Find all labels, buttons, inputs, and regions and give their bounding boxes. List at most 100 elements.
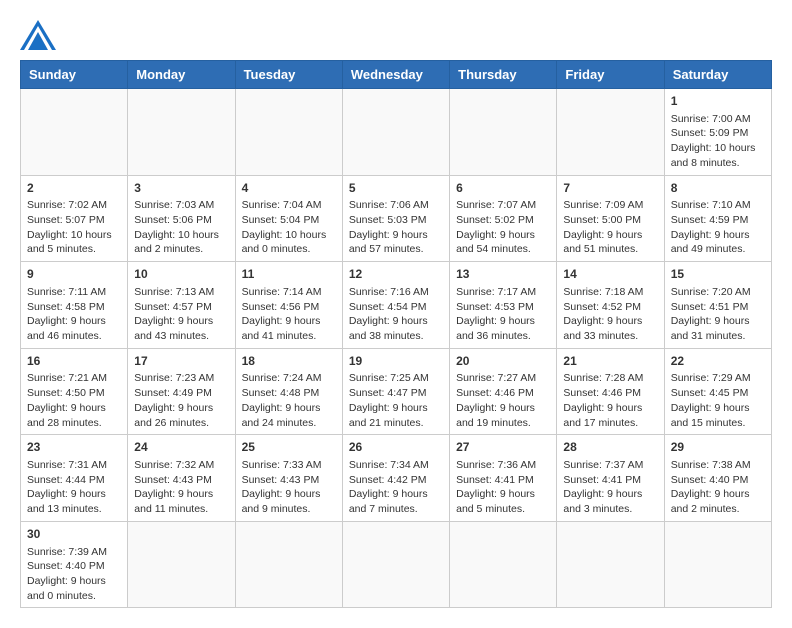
cell-content: and 15 minutes. bbox=[671, 416, 765, 431]
logo-icon bbox=[20, 20, 56, 50]
cell-content: Daylight: 10 hours bbox=[27, 228, 121, 243]
cell-content: Daylight: 9 hours bbox=[242, 401, 336, 416]
cell-content: Sunset: 4:41 PM bbox=[456, 473, 550, 488]
cell-content: Sunset: 4:41 PM bbox=[563, 473, 657, 488]
day-header-thursday: Thursday bbox=[450, 61, 557, 89]
cell-content: Daylight: 9 hours bbox=[349, 487, 443, 502]
calendar-cell: 23Sunrise: 7:31 AMSunset: 4:44 PMDayligh… bbox=[21, 435, 128, 522]
cell-content: and 54 minutes. bbox=[456, 242, 550, 257]
cell-content: Daylight: 9 hours bbox=[27, 487, 121, 502]
calendar-cell: 12Sunrise: 7:16 AMSunset: 4:54 PMDayligh… bbox=[342, 262, 449, 349]
cell-content: Sunrise: 7:20 AM bbox=[671, 285, 765, 300]
day-number: 24 bbox=[134, 439, 228, 456]
day-number: 16 bbox=[27, 353, 121, 370]
calendar-week-row: 16Sunrise: 7:21 AMSunset: 4:50 PMDayligh… bbox=[21, 348, 772, 435]
cell-content: and 3 minutes. bbox=[563, 502, 657, 517]
day-number: 25 bbox=[242, 439, 336, 456]
cell-content: Daylight: 9 hours bbox=[456, 401, 550, 416]
day-number: 22 bbox=[671, 353, 765, 370]
calendar-cell: 6Sunrise: 7:07 AMSunset: 5:02 PMDaylight… bbox=[450, 175, 557, 262]
calendar-cell bbox=[557, 521, 664, 608]
cell-content: and 0 minutes. bbox=[242, 242, 336, 257]
calendar-cell bbox=[235, 89, 342, 176]
cell-content: Sunset: 5:00 PM bbox=[563, 213, 657, 228]
cell-content: Sunset: 4:45 PM bbox=[671, 386, 765, 401]
calendar-cell: 3Sunrise: 7:03 AMSunset: 5:06 PMDaylight… bbox=[128, 175, 235, 262]
cell-content: Sunset: 4:46 PM bbox=[456, 386, 550, 401]
cell-content: Sunrise: 7:24 AM bbox=[242, 371, 336, 386]
cell-content: Sunrise: 7:39 AM bbox=[27, 545, 121, 560]
day-header-saturday: Saturday bbox=[664, 61, 771, 89]
day-number: 28 bbox=[563, 439, 657, 456]
cell-content: Sunrise: 7:38 AM bbox=[671, 458, 765, 473]
day-number: 10 bbox=[134, 266, 228, 283]
day-header-friday: Friday bbox=[557, 61, 664, 89]
day-header-sunday: Sunday bbox=[21, 61, 128, 89]
cell-content: Sunset: 4:49 PM bbox=[134, 386, 228, 401]
calendar-cell: 24Sunrise: 7:32 AMSunset: 4:43 PMDayligh… bbox=[128, 435, 235, 522]
cell-content: Sunrise: 7:10 AM bbox=[671, 198, 765, 213]
calendar-cell bbox=[342, 89, 449, 176]
cell-content: Sunset: 5:03 PM bbox=[349, 213, 443, 228]
cell-content: and 2 minutes. bbox=[134, 242, 228, 257]
cell-content: and 31 minutes. bbox=[671, 329, 765, 344]
day-number: 27 bbox=[456, 439, 550, 456]
cell-content: Sunrise: 7:17 AM bbox=[456, 285, 550, 300]
cell-content: Sunrise: 7:13 AM bbox=[134, 285, 228, 300]
cell-content: and 46 minutes. bbox=[27, 329, 121, 344]
calendar-week-row: 30Sunrise: 7:39 AMSunset: 4:40 PMDayligh… bbox=[21, 521, 772, 608]
day-number: 14 bbox=[563, 266, 657, 283]
calendar-cell bbox=[557, 89, 664, 176]
cell-content: and 5 minutes. bbox=[456, 502, 550, 517]
cell-content: Daylight: 9 hours bbox=[671, 228, 765, 243]
cell-content: Sunrise: 7:23 AM bbox=[134, 371, 228, 386]
day-number: 11 bbox=[242, 266, 336, 283]
cell-content: Daylight: 9 hours bbox=[563, 401, 657, 416]
cell-content: Daylight: 10 hours bbox=[242, 228, 336, 243]
calendar-week-row: 1Sunrise: 7:00 AMSunset: 5:09 PMDaylight… bbox=[21, 89, 772, 176]
cell-content: Sunrise: 7:29 AM bbox=[671, 371, 765, 386]
calendar-cell bbox=[128, 521, 235, 608]
cell-content: Sunrise: 7:37 AM bbox=[563, 458, 657, 473]
cell-content: Sunset: 4:46 PM bbox=[563, 386, 657, 401]
cell-content: Sunset: 4:44 PM bbox=[27, 473, 121, 488]
calendar-cell: 5Sunrise: 7:06 AMSunset: 5:03 PMDaylight… bbox=[342, 175, 449, 262]
day-number: 15 bbox=[671, 266, 765, 283]
cell-content: Sunrise: 7:28 AM bbox=[563, 371, 657, 386]
day-header-monday: Monday bbox=[128, 61, 235, 89]
day-header-tuesday: Tuesday bbox=[235, 61, 342, 89]
cell-content: Sunset: 4:52 PM bbox=[563, 300, 657, 315]
cell-content: and 0 minutes. bbox=[27, 589, 121, 604]
cell-content: and 28 minutes. bbox=[27, 416, 121, 431]
calendar-cell: 29Sunrise: 7:38 AMSunset: 4:40 PMDayligh… bbox=[664, 435, 771, 522]
cell-content: Sunrise: 7:04 AM bbox=[242, 198, 336, 213]
cell-content: and 8 minutes. bbox=[671, 156, 765, 171]
calendar-cell: 11Sunrise: 7:14 AMSunset: 4:56 PMDayligh… bbox=[235, 262, 342, 349]
cell-content: Sunset: 4:43 PM bbox=[134, 473, 228, 488]
cell-content: and 36 minutes. bbox=[456, 329, 550, 344]
calendar-cell bbox=[664, 521, 771, 608]
day-number: 9 bbox=[27, 266, 121, 283]
calendar-header-row: SundayMondayTuesdayWednesdayThursdayFrid… bbox=[21, 61, 772, 89]
cell-content: Sunset: 4:58 PM bbox=[27, 300, 121, 315]
cell-content: Sunrise: 7:03 AM bbox=[134, 198, 228, 213]
calendar-cell: 15Sunrise: 7:20 AMSunset: 4:51 PMDayligh… bbox=[664, 262, 771, 349]
cell-content: and 9 minutes. bbox=[242, 502, 336, 517]
day-number: 29 bbox=[671, 439, 765, 456]
cell-content: Sunrise: 7:02 AM bbox=[27, 198, 121, 213]
calendar-week-row: 23Sunrise: 7:31 AMSunset: 4:44 PMDayligh… bbox=[21, 435, 772, 522]
cell-content: and 49 minutes. bbox=[671, 242, 765, 257]
calendar-week-row: 2Sunrise: 7:02 AMSunset: 5:07 PMDaylight… bbox=[21, 175, 772, 262]
cell-content: Daylight: 9 hours bbox=[27, 314, 121, 329]
cell-content: Sunset: 4:40 PM bbox=[671, 473, 765, 488]
cell-content: Daylight: 10 hours bbox=[134, 228, 228, 243]
day-number: 1 bbox=[671, 93, 765, 110]
day-number: 21 bbox=[563, 353, 657, 370]
calendar-cell: 2Sunrise: 7:02 AMSunset: 5:07 PMDaylight… bbox=[21, 175, 128, 262]
day-number: 30 bbox=[27, 526, 121, 543]
header bbox=[20, 20, 772, 50]
cell-content: Sunrise: 7:21 AM bbox=[27, 371, 121, 386]
cell-content: Sunset: 4:53 PM bbox=[456, 300, 550, 315]
cell-content: Daylight: 9 hours bbox=[456, 487, 550, 502]
day-header-wednesday: Wednesday bbox=[342, 61, 449, 89]
